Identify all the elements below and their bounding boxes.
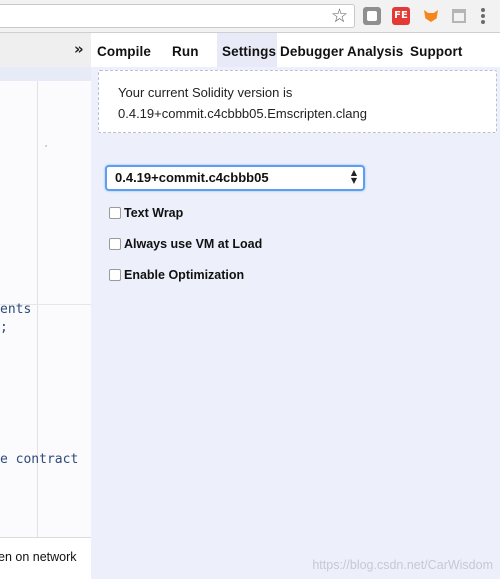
browser-toolbar: ☆ FE xyxy=(0,0,500,33)
tab-support[interactable]: Support xyxy=(410,33,462,67)
text-wrap-label: Text Wrap xyxy=(124,206,184,220)
code-line: ents xyxy=(0,302,32,317)
editor-file-tabs-area xyxy=(0,67,91,81)
code-line: ; xyxy=(0,320,8,335)
extension-fe-icon[interactable]: FE xyxy=(392,7,410,25)
watermark-text: https://blog.csdn.net/CarWisdom xyxy=(312,558,493,572)
terminal-panel: en on network xyxy=(0,537,91,579)
tab-settings[interactable]: Settings xyxy=(217,33,277,67)
address-bar[interactable]: ☆ xyxy=(0,4,355,28)
always-use-vm-label: Always use VM at Load xyxy=(124,237,263,251)
metamask-fox-icon[interactable] xyxy=(422,7,440,25)
tab-analysis[interactable]: Analysis xyxy=(347,33,403,67)
compiler-version-select[interactable]: 0.4.19+commit.c4cbbb05 ▲ ▼ xyxy=(105,165,365,191)
remix-tab-strip: » Compile Run Settings Debugger Analysis… xyxy=(0,33,500,67)
editor-header-area: » xyxy=(0,33,91,67)
version-info-value: 0.4.19+commit.c4cbbb05.Emscripten.clang xyxy=(118,106,367,121)
version-info-line: Your current Solidity version is xyxy=(118,85,293,100)
compiler-version-value: 0.4.19+commit.c4cbbb05 xyxy=(115,170,269,185)
tab-compile[interactable]: Compile xyxy=(97,33,151,67)
text-wrap-checkbox[interactable] xyxy=(109,207,121,219)
browser-menu-icon[interactable] xyxy=(481,8,485,26)
tab-run[interactable]: Run xyxy=(172,33,199,67)
code-line: e contract xyxy=(0,452,79,467)
settings-panel: Your current Solidity version is 0.4.19+… xyxy=(91,67,500,579)
editor-gutter-line xyxy=(37,81,38,537)
tab-debugger[interactable]: Debugger xyxy=(280,33,344,67)
enable-optimization-checkbox[interactable] xyxy=(109,269,121,281)
always-use-vm-checkbox[interactable] xyxy=(109,238,121,250)
editor-fold-marker: ˊ xyxy=(44,143,48,157)
bookmark-star-icon[interactable]: ☆ xyxy=(331,5,348,27)
terminal-network-text: en on network xyxy=(0,550,77,564)
select-updown-icon: ▲ ▼ xyxy=(350,168,357,185)
reader-extension-icon[interactable] xyxy=(450,7,468,25)
enable-optimization-label: Enable Optimization xyxy=(124,268,245,282)
solidity-version-info: Your current Solidity version is 0.4.19+… xyxy=(98,70,497,133)
collapse-panel-icon[interactable]: » xyxy=(74,40,84,58)
extension-grey-icon[interactable] xyxy=(363,7,381,25)
code-editor[interactable]: ˊ ents ; e contract en on network xyxy=(0,67,91,579)
